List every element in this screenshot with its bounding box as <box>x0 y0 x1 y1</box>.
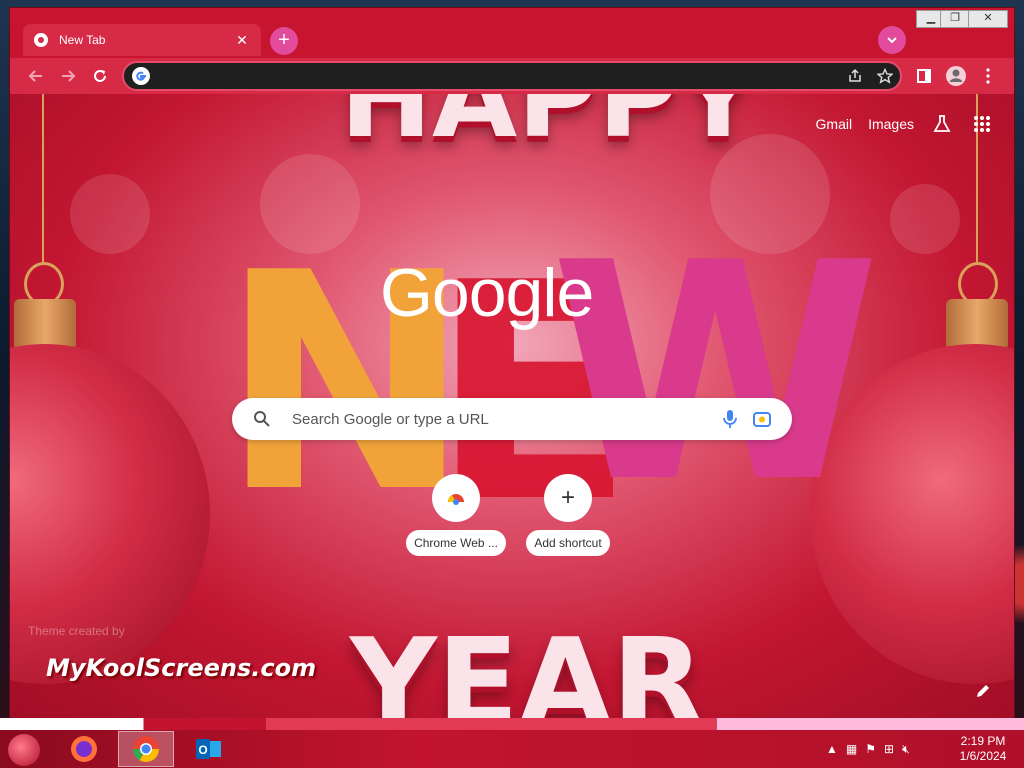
camera-lens-icon[interactable] <box>746 403 778 435</box>
theme-credit: Theme created by <box>28 624 125 638</box>
profile-avatar-icon[interactable] <box>942 62 970 90</box>
labs-flask-icon[interactable] <box>930 112 954 136</box>
new-tab-page: HAPPY N E W YEAR Gmail Images Google Sea… <box>10 94 1014 718</box>
side-panel-icon[interactable] <box>910 62 938 90</box>
browser-window: New Tab ✕ + ▁ ❐ ✕ HAPPY N E W YEAR Gmail… <box>10 8 1014 718</box>
chrome-web-store-icon <box>432 474 480 522</box>
wallpaper-strip <box>0 718 1024 730</box>
back-button[interactable] <box>22 62 50 90</box>
search-icon <box>246 403 278 435</box>
kebab-menu-icon[interactable] <box>974 62 1002 90</box>
customize-pencil-icon[interactable] <box>968 676 998 706</box>
chrome-icon <box>132 736 160 763</box>
address-bar[interactable] <box>122 61 902 91</box>
ethernet-icon[interactable]: ⊞ <box>884 742 894 756</box>
shortcut-label: Add shortcut <box>526 530 610 556</box>
shortcut-chrome-web-store[interactable]: Chrome Web ... <box>400 474 512 556</box>
google-logo: Google <box>380 255 594 331</box>
background-word-happy: HAPPY <box>340 94 759 162</box>
arrow-left-icon <box>28 70 42 82</box>
microphone-icon[interactable] <box>714 403 746 435</box>
system-tray: ▲ ▦ ⚑ ⊞ 🔇︎ <box>826 734 910 764</box>
bokeh-light <box>890 184 960 254</box>
svg-text:O: O <box>198 743 207 757</box>
restore-button[interactable]: ❐ <box>940 10 970 28</box>
taskbar-chrome[interactable] <box>118 731 174 767</box>
shortcut-label: Chrome Web ... <box>406 530 506 556</box>
tab-search-button[interactable] <box>878 26 906 54</box>
clock-time: 2:19 PM <box>960 734 1006 748</box>
new-tab-button[interactable]: + <box>270 27 298 55</box>
bokeh-light <box>70 174 150 254</box>
reload-icon <box>94 70 106 82</box>
plus-icon: + <box>544 474 592 522</box>
arrow-right-icon <box>62 70 76 82</box>
background-word-year: YEAR <box>350 614 705 718</box>
action-center-flag-icon[interactable]: ⚑ <box>865 742 876 756</box>
start-button[interactable] <box>8 734 40 766</box>
images-link[interactable]: Images <box>868 116 914 132</box>
ntp-search-box[interactable] <box>232 398 792 440</box>
bookmark-star-icon[interactable] <box>870 63 900 89</box>
browser-toolbar <box>10 58 1014 94</box>
taskbar-firefox[interactable] <box>56 731 112 767</box>
taskbar-outlook[interactable]: O <box>180 731 236 767</box>
ntp-top-links: Gmail Images <box>816 112 994 136</box>
clock-date: 1/6/2024 <box>959 749 1007 763</box>
ornament-cap <box>946 299 1008 347</box>
gmail-link[interactable]: Gmail <box>816 116 853 132</box>
address-input[interactable] <box>150 68 840 84</box>
ornament-string <box>42 94 44 264</box>
firefox-icon <box>71 736 97 762</box>
reload-button[interactable] <box>86 62 114 90</box>
google-g-icon <box>132 67 150 85</box>
network-icon[interactable]: ▦ <box>846 742 857 756</box>
apps-grid-icon[interactable] <box>970 112 994 136</box>
chevron-down-icon <box>887 37 897 44</box>
share-icon[interactable] <box>840 63 870 89</box>
close-tab-icon[interactable]: ✕ <box>233 32 251 49</box>
add-shortcut-button[interactable]: + Add shortcut <box>512 474 624 556</box>
forward-button[interactable] <box>54 62 82 90</box>
chrome-tab-icon <box>33 32 49 48</box>
tab-title: New Tab <box>59 33 106 47</box>
search-input[interactable] <box>278 410 714 428</box>
close-window-button[interactable]: ✕ <box>968 10 1008 28</box>
show-hidden-icons-chevron-icon[interactable]: ▲ <box>826 742 838 756</box>
title-bar: New Tab ✕ + ▁ ❐ ✕ <box>10 8 1014 58</box>
outlook-icon: O <box>196 739 221 759</box>
theme-brand-text[interactable]: MyKoolScreens.com <box>46 654 316 682</box>
ornament-cap <box>14 299 76 347</box>
taskbar-clock[interactable]: 2:19 PM 1/6/2024 <box>952 734 1014 764</box>
volume-muted-icon[interactable]: 🔇︎ <box>902 742 910 757</box>
tab-new-tab[interactable]: New Tab ✕ <box>23 24 261 56</box>
